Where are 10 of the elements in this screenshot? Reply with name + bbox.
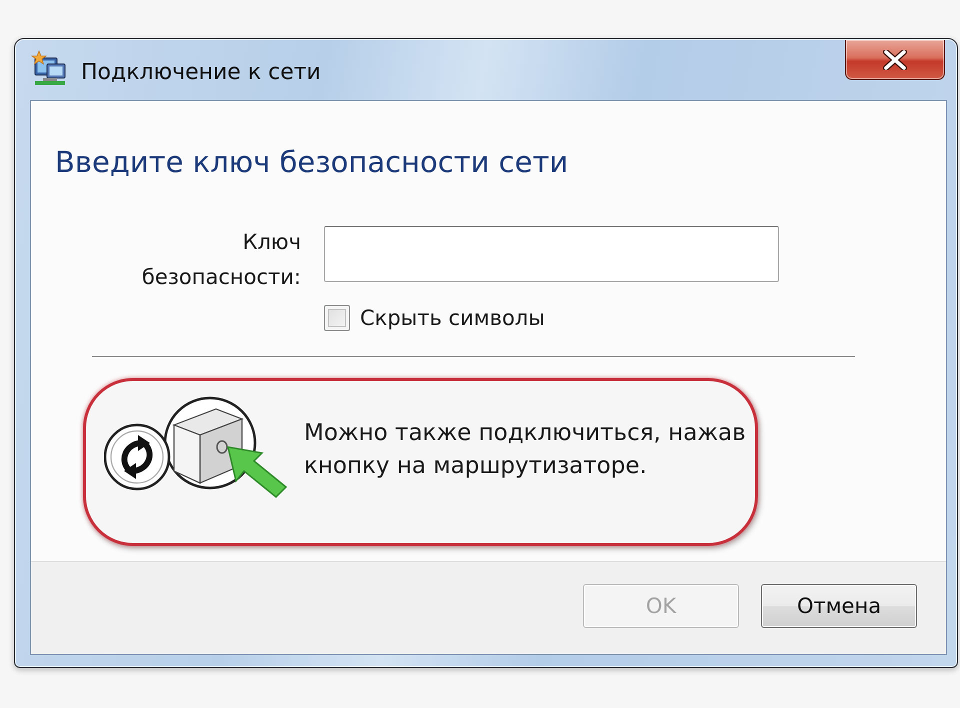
checkbox[interactable] bbox=[324, 305, 350, 331]
window-title: Подключение к сети bbox=[81, 59, 321, 87]
field-label: Ключ безопасности: bbox=[140, 229, 301, 291]
router-hint-text: Можно также подключиться, нажав кнопку на маршрутизаторе. bbox=[304, 419, 747, 481]
dialog-heading: Введите ключ безопасности сети bbox=[55, 144, 568, 180]
input-field[interactable] bbox=[324, 226, 779, 282]
checkbox-label: Скрыть символы bbox=[360, 305, 545, 332]
close-button[interactable] bbox=[845, 40, 945, 80]
cancel-button[interactable]: Отмена bbox=[761, 584, 917, 628]
close-icon bbox=[883, 50, 907, 70]
